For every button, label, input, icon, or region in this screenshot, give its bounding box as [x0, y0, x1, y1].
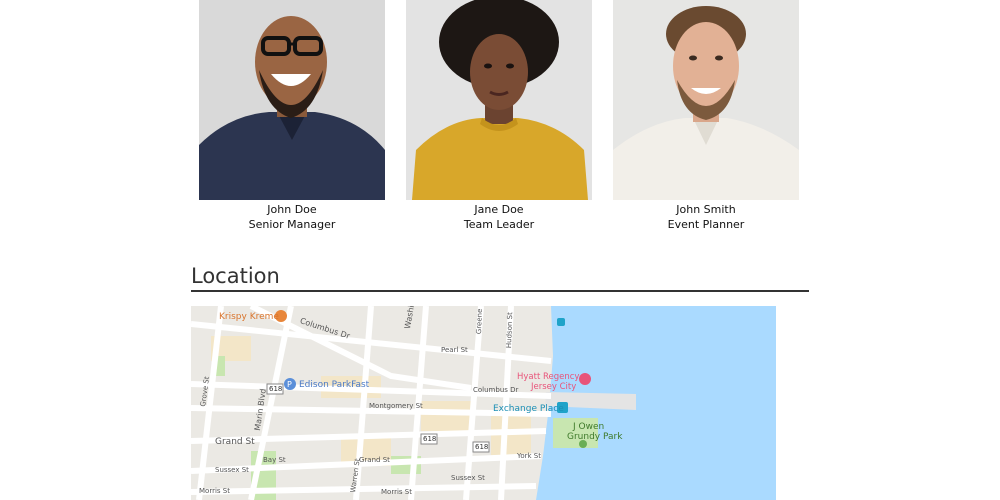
map-label-street: Grove St	[199, 375, 212, 408]
map-label-street: Morris St	[381, 488, 412, 496]
map-route-shield: 618	[269, 385, 283, 393]
map-label-street: Columbus Dr	[473, 386, 519, 394]
map-label-street: Warren St	[349, 457, 362, 494]
map-label-park[interactable]: J Owen	[573, 422, 604, 432]
map-label-street: Greene St	[475, 306, 485, 335]
team-member-photo	[406, 0, 592, 200]
location-heading: Location	[191, 264, 280, 288]
map-label-street: Columbus Dr	[298, 316, 351, 341]
map-label-street: York St	[517, 452, 541, 460]
map-label-poi[interactable]: Jersey City	[531, 382, 576, 392]
map-label-street: Sussex St	[215, 466, 249, 474]
map-label-street: Grand St	[359, 456, 390, 464]
map-label-street: Marin Blvd	[253, 387, 268, 432]
team-member-name: John Smith	[676, 203, 736, 216]
team-section: John Doe Senior Manager Jane Doe Team Le	[199, 0, 800, 240]
map-route-shield: 618	[475, 443, 489, 451]
map-label-poi[interactable]: Krispy Kreme	[219, 312, 279, 322]
team-member-photo	[613, 0, 799, 200]
map-label-street: Sussex St	[451, 474, 485, 482]
map-label-street: Pearl St	[441, 346, 468, 354]
map-label-street: Morris St	[199, 487, 230, 495]
team-member-role: Team Leader	[463, 218, 535, 231]
team-member-role: Event Planner	[667, 218, 745, 231]
team-member-card: John Smith Event Planner	[613, 0, 799, 232]
map-label-street: Hudson St	[505, 312, 515, 349]
location-map[interactable]: P Krispy Kreme Columbus Dr Washington St…	[191, 306, 776, 500]
map-label-street: Grand St	[215, 437, 255, 447]
team-member-role: Senior Manager	[248, 218, 336, 231]
map-route-shield: 618	[423, 435, 437, 443]
map-label-street: Bay St	[263, 456, 286, 464]
map-label-street: Montgomery St	[369, 402, 423, 410]
map-label-park[interactable]: Grundy Park	[567, 432, 622, 442]
map-label-poi[interactable]: Edison ParkFast	[299, 380, 369, 390]
team-member-name: John Doe	[267, 203, 317, 216]
map-label-poi[interactable]: Hyatt Regency	[517, 372, 579, 382]
map-label-transit[interactable]: Exchange Place	[493, 404, 564, 414]
team-member-card: Jane Doe Team Leader	[406, 0, 592, 232]
team-member-name: Jane Doe	[474, 203, 524, 216]
map-label-street: Washington St	[403, 306, 422, 330]
team-member-photo	[199, 0, 385, 200]
team-member-card: John Doe Senior Manager	[199, 0, 385, 232]
divider	[191, 290, 809, 292]
